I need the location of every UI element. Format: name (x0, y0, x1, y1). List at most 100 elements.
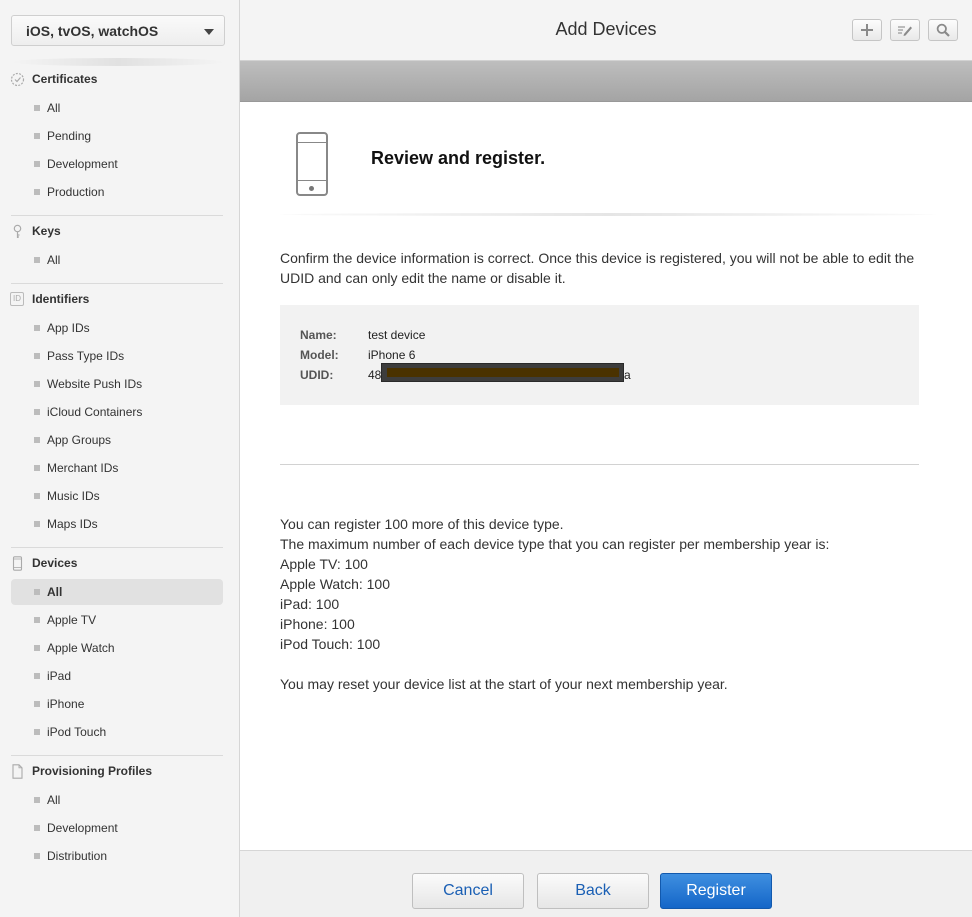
sidebar-item-label: All (47, 793, 61, 807)
back-button[interactable]: Back (537, 873, 649, 909)
remaining-text: You can register 100 more of this device… (280, 516, 564, 532)
document-icon (10, 764, 24, 779)
sidebar-item-certificates-production[interactable]: Production (11, 179, 223, 205)
sidebar-item-certificates-all[interactable]: All (11, 95, 223, 121)
sidebar-item-label: App IDs (47, 321, 90, 335)
edit-button[interactable] (890, 19, 920, 41)
sidebar-item-devices-all[interactable]: All (11, 579, 223, 605)
sidebar-item-app-ids[interactable]: App IDs (11, 315, 223, 341)
edit-icon (897, 24, 913, 41)
bullet (34, 825, 40, 831)
bullet (34, 437, 40, 443)
device-udid-label: UDID: (300, 368, 334, 382)
search-icon (936, 23, 950, 41)
bullet (34, 465, 40, 471)
section-identifiers[interactable]: ID Identifiers (10, 290, 224, 310)
bullet (34, 701, 40, 707)
phone-icon (10, 556, 24, 571)
sidebar-item-certificates-pending[interactable]: Pending (11, 123, 223, 149)
sidebar-item-icloud-containers[interactable]: iCloud Containers (11, 399, 223, 425)
chevron-down-icon (204, 29, 214, 35)
sidebar-item-music-ids[interactable]: Music IDs (11, 483, 223, 509)
section-devices-label: Devices (32, 556, 78, 570)
sidebar-item-app-groups[interactable]: App Groups (11, 427, 223, 453)
sidebar-item-apple-watch[interactable]: Apple Watch (11, 635, 223, 661)
bullet (34, 381, 40, 387)
sidebar-item-website-push-ids[interactable]: Website Push IDs (11, 371, 223, 397)
bullet (34, 673, 40, 679)
bullet (34, 589, 40, 595)
platform-select[interactable]: iOS, tvOS, watchOS (11, 15, 225, 46)
footer: Cancel Back Register (240, 850, 972, 917)
certificate-icon (10, 72, 25, 87)
add-button[interactable] (852, 19, 882, 41)
bullet (34, 325, 40, 331)
reset-text: You may reset your device list at the st… (280, 676, 728, 692)
bullet (34, 493, 40, 499)
section-certificates[interactable]: Certificates (10, 70, 224, 90)
sidebar-item-merchant-ids[interactable]: Merchant IDs (11, 455, 223, 481)
sidebar-item-pass-type-ids[interactable]: Pass Type IDs (11, 343, 223, 369)
limit-iphone: iPhone: 100 (280, 616, 355, 632)
header: Add Devices (240, 0, 972, 61)
divider (11, 547, 223, 548)
limit-ipod-touch: iPod Touch: 100 (280, 636, 381, 652)
sidebar-item-iphone[interactable]: iPhone (11, 691, 223, 717)
sidebar-item-ipad[interactable]: iPad (11, 663, 223, 689)
bullet (34, 133, 40, 139)
limit-ipad: iPad: 100 (280, 596, 340, 612)
bullet (34, 797, 40, 803)
section-keys[interactable]: Keys (10, 222, 224, 242)
udid-redaction-fill (387, 368, 619, 377)
sidebar-item-label: App Groups (47, 433, 112, 447)
device-line (298, 142, 326, 143)
sidebar-item-ipod-touch[interactable]: iPod Touch (11, 719, 223, 745)
cancel-button[interactable]: Cancel (412, 873, 524, 909)
confirm-text: Confirm the device information is correc… (280, 250, 915, 286)
section-identifiers-label: Identifiers (32, 292, 90, 306)
sidebar-item-label: Merchant IDs (47, 461, 119, 475)
divider (280, 464, 919, 465)
section-devices[interactable]: Devices (10, 554, 224, 574)
section-keys-label: Keys (32, 224, 61, 238)
sidebar-item-keys-all[interactable]: All (11, 247, 223, 273)
sidebar-item-label: iPad (47, 669, 72, 683)
iphone-illustration-icon (296, 132, 328, 196)
sidebar-item-profiles-all[interactable]: All (11, 787, 223, 813)
section-provisioning-profiles[interactable]: Provisioning Profiles (10, 762, 224, 782)
sidebar-item-label: iCloud Containers (47, 405, 143, 419)
search-button[interactable] (928, 19, 958, 41)
sidebar-item-maps-ids[interactable]: Maps IDs (11, 511, 223, 537)
section-certificates-label: Certificates (32, 72, 98, 86)
limit-apple-tv: Apple TV: 100 (280, 556, 368, 572)
sidebar-item-profiles-distribution[interactable]: Distribution (11, 843, 223, 869)
bullet (34, 521, 40, 527)
sidebar-item-label: Pending (47, 129, 92, 143)
register-button[interactable]: Register (660, 873, 772, 909)
review-title: Review and register. (371, 148, 546, 168)
header-subbar (240, 61, 972, 102)
sidebar-item-label: Apple TV (47, 613, 97, 627)
bullet (34, 161, 40, 167)
bullet (34, 353, 40, 359)
sidebar-item-label: iPod Touch (47, 725, 107, 739)
sidebar: iOS, tvOS, watchOS Certificates All Pend… (0, 0, 240, 917)
sidebar-item-label: Pass Type IDs (47, 349, 125, 363)
bullet (34, 729, 40, 735)
limit-apple-watch: Apple Watch: 100 (280, 576, 390, 592)
sidebar-item-apple-tv[interactable]: Apple TV (11, 607, 223, 633)
bullet (34, 105, 40, 111)
device-udid-suffix: a (624, 368, 631, 382)
bullet (34, 257, 40, 263)
device-limits: You can register 100 more of this device… (280, 514, 920, 694)
sidebar-item-certificates-development[interactable]: Development (11, 151, 223, 177)
sidebar-item-label: Apple Watch (47, 641, 115, 655)
device-line (298, 180, 326, 181)
sidebar-item-label: Distribution (47, 849, 108, 863)
platform-select-value: iOS, tvOS, watchOS (26, 23, 159, 39)
udid-redaction (381, 363, 624, 382)
sidebar-item-label: iPhone (47, 697, 85, 711)
key-icon (10, 224, 24, 238)
sidebar-item-profiles-development[interactable]: Development (11, 815, 223, 841)
sidebar-item-label: All (47, 253, 61, 267)
